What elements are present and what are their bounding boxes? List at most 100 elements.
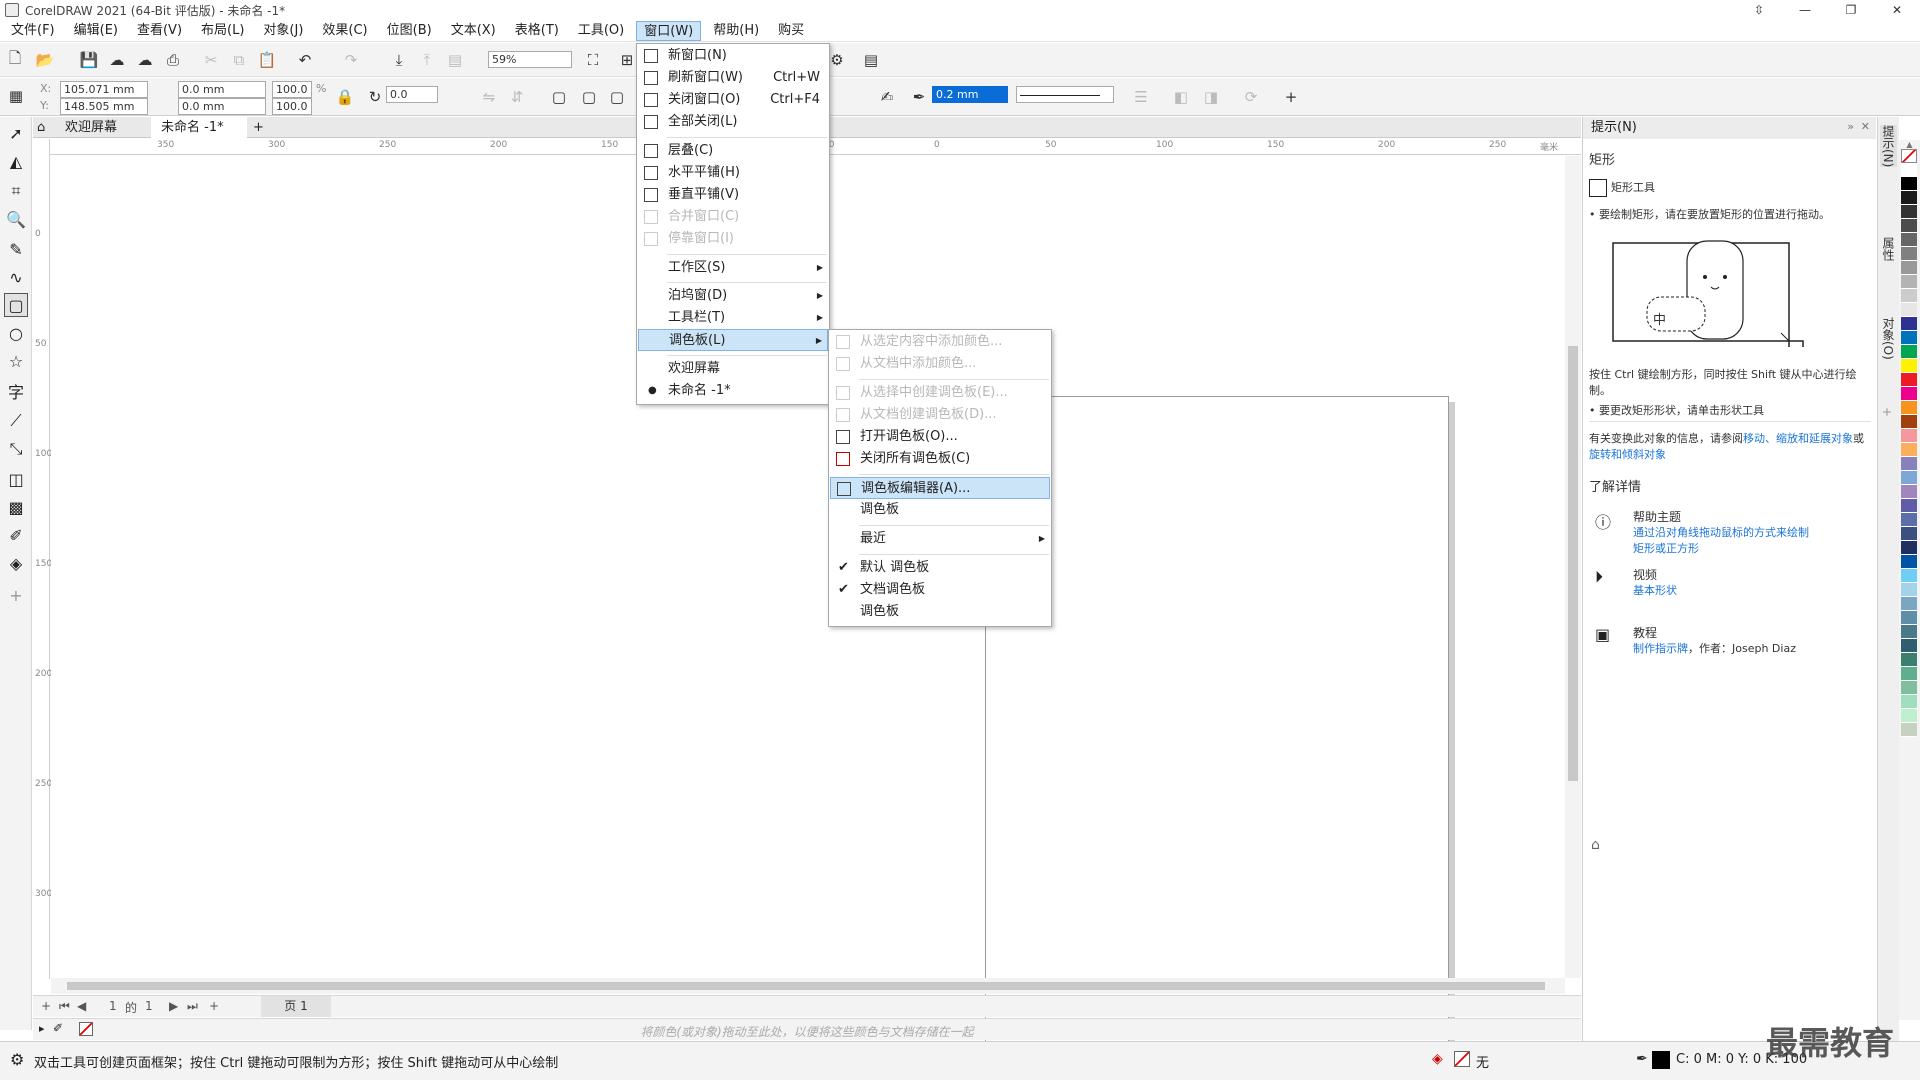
color-swatch[interactable] (1901, 639, 1917, 653)
color-swatch[interactable] (1901, 541, 1917, 555)
full-screen-icon[interactable]: ⛶ (582, 49, 604, 71)
relative-scaling-icon[interactable]: ✍ (876, 86, 898, 108)
prev-page-icon[interactable]: ◀ (77, 999, 86, 1013)
crop-tool-icon[interactable]: ⌗ (4, 179, 28, 203)
color-swatch[interactable] (1901, 569, 1917, 583)
color-swatch[interactable] (1901, 443, 1917, 457)
import-icon[interactable]: ⤓ (388, 49, 410, 71)
rotate-icon[interactable]: ↻ (364, 86, 386, 108)
color-swatch[interactable] (1901, 555, 1917, 569)
angle-field[interactable]: 0.0 (386, 86, 438, 103)
polygon-tool-icon[interactable]: ☆ (4, 349, 28, 373)
menu-item-document-palette[interactable]: ✔ 文档调色板 (830, 579, 1050, 601)
export-icon[interactable]: ⤒ (416, 49, 438, 71)
document-palette[interactable]: ▸ ✐ 将颜色(或对象)拖动至此处，以便将这些颜色与文档存储在一起 (33, 1018, 1581, 1040)
menu-item-refresh-window[interactable]: 刷新窗口(W) Ctrl+W (638, 67, 828, 89)
color-swatch[interactable] (1901, 695, 1917, 709)
color-swatch[interactable] (1901, 583, 1917, 597)
docker-close-icon[interactable]: ✕ (1861, 120, 1870, 133)
tab-hints[interactable]: 提示(N) (1880, 125, 1897, 168)
menu-object[interactable]: 对象(J) (256, 21, 310, 41)
menu-item-tile-horizontal[interactable]: 水平平铺(H) (638, 162, 828, 184)
first-page-icon[interactable]: ⏮ (59, 999, 70, 1014)
menu-tools[interactable]: 工具(O) (571, 21, 631, 41)
vertical-ruler[interactable]: 0 50 100 150 200 250 300 (33, 139, 52, 979)
color-swatch[interactable] (1901, 667, 1917, 681)
color-swatch[interactable] (1901, 597, 1917, 611)
menu-item-workspace[interactable]: 工作区(S) ▶ (638, 257, 828, 279)
lock-ratio-icon[interactable]: 🔒 (334, 86, 356, 108)
tab-welcome[interactable]: 欢迎屏幕 (55, 117, 151, 138)
color-swatch[interactable] (1901, 527, 1917, 541)
scale-y-field[interactable]: 100.0 (272, 98, 312, 115)
menu-item-create-from-selection[interactable]: 从选择中创建调色板(E)... (830, 382, 1050, 404)
eyedropper-tool-icon[interactable]: ✐ (4, 523, 28, 547)
menu-item-default-palette[interactable]: ✔ 默认 调色板 (830, 557, 1050, 579)
color-swatch[interactable] (1901, 163, 1917, 177)
menu-item-combine-windows[interactable]: 合并窗口(C) (638, 206, 828, 228)
color-swatch[interactable] (1901, 387, 1917, 401)
curve-tool-icon[interactable]: ∿ (4, 265, 28, 289)
minimize-button[interactable]: — (1782, 0, 1828, 20)
fill-tool-icon[interactable]: ◈ (4, 551, 28, 575)
freehand-tool-icon[interactable]: ✎ (4, 237, 28, 261)
rotate-skew-link[interactable]: 旋转和倾斜对象 (1589, 448, 1666, 461)
undo-icon[interactable]: ↶ (294, 49, 316, 71)
cloud-save-icon[interactable]: ☁ (134, 49, 156, 71)
color-palette[interactable]: ▲ (1899, 140, 1920, 1020)
vertical-scrollbar[interactable] (1565, 156, 1581, 978)
width-field[interactable]: 0.0 mm (178, 81, 266, 98)
copy-icon[interactable]: ⧉ (228, 49, 250, 71)
menu-item-close-all[interactable]: 全部关闭(L) (638, 111, 828, 133)
page-tab[interactable]: 页 1 (261, 996, 331, 1017)
cut-icon[interactable]: ✂ (200, 49, 222, 71)
print-icon[interactable]: ⎙ (162, 49, 184, 71)
tab-document[interactable]: 未命名 -1* (151, 117, 247, 138)
color-swatch[interactable] (1901, 317, 1917, 331)
add-tab-button[interactable]: + (247, 117, 271, 138)
palette-up-arrow-icon[interactable]: ▲ (1899, 140, 1920, 149)
color-swatch[interactable] (1901, 219, 1917, 233)
line-style-select[interactable] (1016, 86, 1114, 103)
menu-item-toolbars[interactable]: 工具栏(T) ▶ (638, 307, 828, 329)
add-docker-icon[interactable]: + (1880, 407, 1894, 417)
home-icon[interactable]: ⌂ (33, 117, 55, 138)
rectangle-tool-icon[interactable]: ▢ (4, 293, 28, 317)
menu-edit[interactable]: 编辑(E) (67, 21, 125, 41)
chamfer-corner-icon[interactable]: ▢ (606, 86, 628, 108)
wrap-text-icon[interactable]: ☰ (1130, 86, 1152, 108)
mirror-v-icon[interactable]: ⇵ (506, 86, 528, 108)
help-icon[interactable]: ⇳ (1736, 0, 1782, 20)
color-swatch[interactable] (1901, 625, 1917, 639)
add-tool-icon[interactable]: + (4, 583, 28, 607)
ellipse-tool-icon[interactable]: ○ (4, 321, 28, 345)
to-front-icon[interactable]: ◧ (1170, 86, 1192, 108)
close-button[interactable]: ✕ (1874, 0, 1920, 20)
add-icon[interactable]: + (1280, 86, 1302, 108)
menu-buy[interactable]: 购买 (771, 21, 811, 41)
menu-item-open-palette[interactable]: 打开调色板(O)... (830, 426, 1050, 448)
fill-swatch[interactable] (1454, 1051, 1470, 1067)
color-swatch[interactable] (1901, 177, 1917, 191)
menu-effects[interactable]: 效果(C) (315, 21, 374, 41)
menu-table[interactable]: 表格(T) (508, 21, 566, 41)
color-swatch[interactable] (1901, 275, 1917, 289)
color-swatch[interactable] (1901, 247, 1917, 261)
text-tool-icon[interactable]: 字 (4, 379, 28, 403)
transparency-tool-icon[interactable]: ▩ (4, 495, 28, 519)
horizontal-scrollbar[interactable] (51, 978, 1565, 994)
height-field[interactable]: 0.0 mm (178, 98, 266, 115)
new-document-icon[interactable]: 🗋 (4, 49, 26, 71)
zoom-tool-icon[interactable]: 🔍 (4, 207, 28, 231)
color-swatch[interactable] (1901, 205, 1917, 219)
redo-icon[interactable]: ↷ (340, 49, 362, 71)
color-swatch[interactable] (1901, 345, 1917, 359)
mirror-h-icon[interactable]: ⇋ (478, 86, 500, 108)
last-page-icon[interactable]: ⏭ (187, 999, 198, 1014)
menu-item-tile-vertical[interactable]: 垂直平铺(V) (638, 184, 828, 206)
color-swatch[interactable] (1901, 611, 1917, 625)
menu-text[interactable]: 文本(X) (444, 21, 503, 41)
menu-item-welcome-screen[interactable]: 欢迎屏幕 (638, 358, 828, 380)
dimension-tool-icon[interactable]: ⟋ (4, 409, 28, 433)
menu-item-new-window[interactable]: 新窗口(N) (638, 45, 828, 67)
